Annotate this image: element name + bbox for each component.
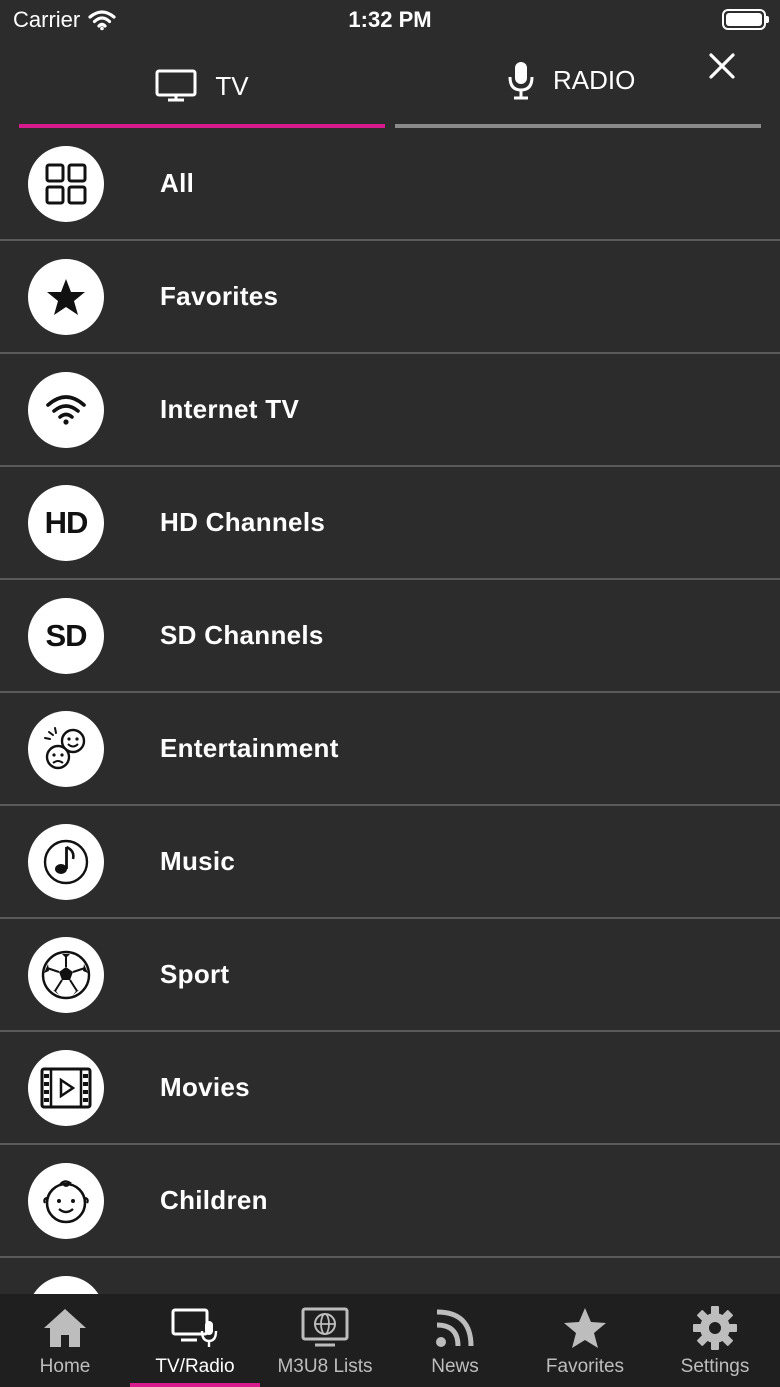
category-row-internet-tv[interactable]: Internet TV	[0, 354, 780, 467]
star-icon	[28, 258, 104, 335]
category-label: Internet TV	[160, 394, 300, 424]
close-icon[interactable]	[706, 50, 738, 82]
sd-badge-text: SD	[45, 617, 87, 653]
category-label: All	[160, 168, 195, 198]
category-label: Movies	[160, 1072, 250, 1102]
nav-news-label: News	[431, 1356, 479, 1377]
nav-m3u8-label: M3U8 Lists	[277, 1356, 373, 1377]
nav-home-label: Home	[39, 1356, 91, 1377]
tv-icon	[155, 69, 197, 102]
nav-active-indicator	[130, 1383, 260, 1387]
category-row-partial[interactable]	[0, 1258, 780, 1294]
nav-news[interactable]: News	[390, 1294, 520, 1387]
category-list: All Favorites Internet TV HD HD Channels	[0, 128, 780, 1294]
wifi-icon	[28, 371, 104, 448]
star-icon	[561, 1304, 609, 1352]
status-time: 1:32 PM	[348, 7, 432, 32]
category-label: Entertainment	[160, 733, 339, 763]
sd-icon: SD	[28, 597, 104, 674]
hd-badge-text: HD	[44, 504, 89, 540]
category-label: SD Channels	[160, 620, 324, 650]
nav-favorites[interactable]: Favorites	[520, 1294, 650, 1387]
category-row-children[interactable]: Children	[0, 1145, 780, 1258]
gear-icon	[691, 1304, 739, 1352]
tab-radio-label: RADIO	[553, 64, 636, 95]
category-row-hd-channels[interactable]: HD HD Channels	[0, 467, 780, 580]
globe-monitor-icon	[301, 1304, 349, 1352]
partial-category-icon	[28, 1275, 104, 1294]
category-label: Children	[160, 1185, 268, 1215]
home-icon	[41, 1304, 89, 1352]
category-label: Favorites	[160, 281, 279, 311]
nav-settings-label: Settings	[680, 1356, 750, 1377]
rss-icon	[431, 1304, 479, 1352]
microphone-icon	[508, 62, 534, 100]
category-label: Music	[160, 846, 236, 876]
category-label: HD Channels	[160, 507, 326, 537]
nav-m3u8-lists[interactable]: M3U8 Lists	[260, 1294, 390, 1387]
battery-icon	[722, 9, 769, 30]
soccer-ball-icon	[28, 936, 104, 1013]
tab-tv[interactable]: TV	[19, 40, 385, 132]
masks-icon	[28, 710, 104, 787]
tab-tv-label: TV	[215, 70, 249, 101]
category-row-movies[interactable]: Movies	[0, 1032, 780, 1145]
baby-face-icon	[28, 1162, 104, 1239]
music-note-icon	[28, 823, 104, 900]
bottom-nav: Home TV/Radio M3U8 Lists News Favorites …	[0, 1294, 780, 1387]
source-tabs: TV RADIO	[0, 40, 780, 132]
category-row-all[interactable]: All	[0, 128, 780, 241]
category-row-sd-channels[interactable]: SD SD Channels	[0, 580, 780, 693]
category-row-sport[interactable]: Sport	[0, 919, 780, 1032]
category-row-music[interactable]: Music	[0, 806, 780, 919]
grid-icon	[28, 145, 104, 222]
tv-radio-icon	[171, 1304, 219, 1352]
category-row-entertainment[interactable]: Entertainment	[0, 693, 780, 806]
nav-home[interactable]: Home	[0, 1294, 130, 1387]
nav-settings[interactable]: Settings	[650, 1294, 780, 1387]
nav-favorites-label: Favorites	[545, 1356, 625, 1377]
film-icon	[28, 1049, 104, 1126]
category-row-favorites[interactable]: Favorites	[0, 241, 780, 354]
hd-icon: HD	[28, 484, 104, 561]
nav-tv-radio-label: TV/Radio	[155, 1356, 235, 1377]
nav-tv-radio[interactable]: TV/Radio	[130, 1294, 260, 1387]
category-label: Sport	[160, 959, 230, 989]
